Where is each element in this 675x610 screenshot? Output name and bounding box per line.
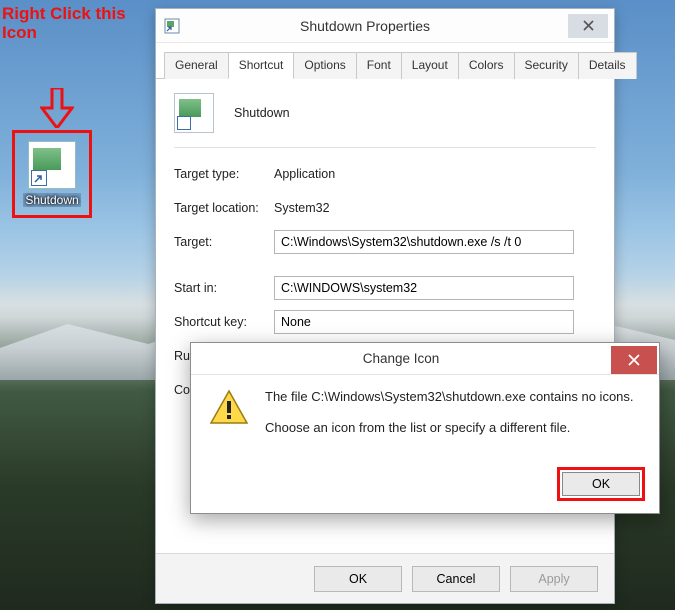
tab-options[interactable]: Options [293,52,356,79]
tab-general[interactable]: General [164,52,229,79]
shortcut-big-icon [174,93,214,133]
change-icon-msg1: The file C:\Windows\System32\shutdown.ex… [265,389,634,404]
tab-details[interactable]: Details [578,52,637,79]
properties-close-button[interactable] [568,14,608,38]
input-start-in[interactable] [274,276,574,300]
shortcut-overlay-arrow-icon [33,174,43,184]
properties-sys-icon [164,18,180,34]
shutdown-properties-dialog: Shutdown Properties General Shortcut Opt… [155,8,615,604]
desktop-background: Right Click this Icon Shutdown Shutdown … [0,0,675,610]
warning-icon [209,389,249,427]
change-icon-msg2: Choose an icon from the list or specify … [265,420,634,435]
tab-colors[interactable]: Colors [458,52,515,79]
shortcut-icon [28,141,76,189]
label-target: Target: [174,235,274,249]
tab-shortcut[interactable]: Shortcut [228,52,295,79]
value-target-type: Application [274,167,596,181]
properties-button-row: OK Cancel Apply [156,553,614,603]
tab-security[interactable]: Security [514,52,579,79]
tab-font[interactable]: Font [356,52,402,79]
tab-layout[interactable]: Layout [401,52,459,79]
annotation-arrow-icon [40,88,74,128]
properties-apply-button: Apply [510,566,598,592]
properties-ok-button[interactable]: OK [314,566,402,592]
change-icon-close-button[interactable] [611,346,657,374]
annotation-text: Right Click this Icon [2,4,126,42]
desktop-shortcut-shutdown[interactable]: Shutdown [12,130,92,218]
label-target-type: Target type: [174,167,274,181]
label-shortcut-key: Shortcut key: [174,315,274,329]
annotation-line1: Right Click this [2,4,126,23]
label-target-location: Target location: [174,201,274,215]
properties-title: Shutdown Properties [190,18,540,34]
label-start-in: Start in: [174,281,274,295]
shortcut-name: Shutdown [234,106,596,120]
change-icon-message: The file C:\Windows\System32\shutdown.ex… [265,389,634,451]
change-icon-titlebar[interactable]: Change Icon [191,343,659,375]
input-target[interactable] [274,230,574,254]
ok-highlight: OK [557,467,645,501]
close-icon [583,20,594,31]
change-icon-title: Change Icon [191,351,611,366]
value-target-location: System32 [274,201,596,215]
shortcut-label: Shutdown [23,193,80,207]
separator [174,147,596,148]
close-icon [628,354,640,366]
properties-titlebar[interactable]: Shutdown Properties [156,9,614,43]
input-shortcut-key[interactable] [274,310,574,334]
change-icon-ok-button[interactable]: OK [562,472,640,496]
annotation-line2: Icon [2,23,126,42]
change-icon-dialog: Change Icon The file C:\Windows\System32… [190,342,660,514]
properties-cancel-button[interactable]: Cancel [412,566,500,592]
properties-tabstrip: General Shortcut Options Font Layout Col… [156,43,614,79]
